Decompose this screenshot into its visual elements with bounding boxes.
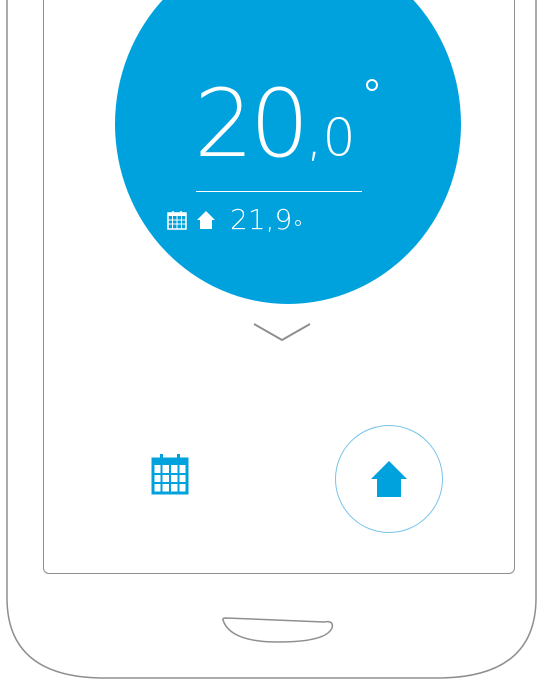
home-icon: [371, 461, 407, 497]
current-temp-decimal: ,0: [306, 108, 356, 168]
setpoint-degree-symbol: [295, 220, 302, 226]
schedule-button[interactable]: [146, 450, 194, 498]
setpoint-temperature: 21,9: [230, 203, 293, 236]
home-mode-button[interactable]: [335, 425, 443, 533]
device-home-button: [222, 617, 334, 643]
setpoint-row: 21,9: [166, 203, 302, 237]
degree-symbol: [366, 79, 378, 91]
temperature-divider: [196, 191, 362, 192]
chevron-down-icon[interactable]: [252, 320, 312, 344]
calendar-icon: [151, 454, 189, 495]
app-screen: 20 ,0 21,9: [43, 0, 515, 574]
calendar-icon: [167, 211, 187, 230]
home-icon: [197, 211, 215, 229]
current-temp-integer: 20: [194, 70, 310, 179]
